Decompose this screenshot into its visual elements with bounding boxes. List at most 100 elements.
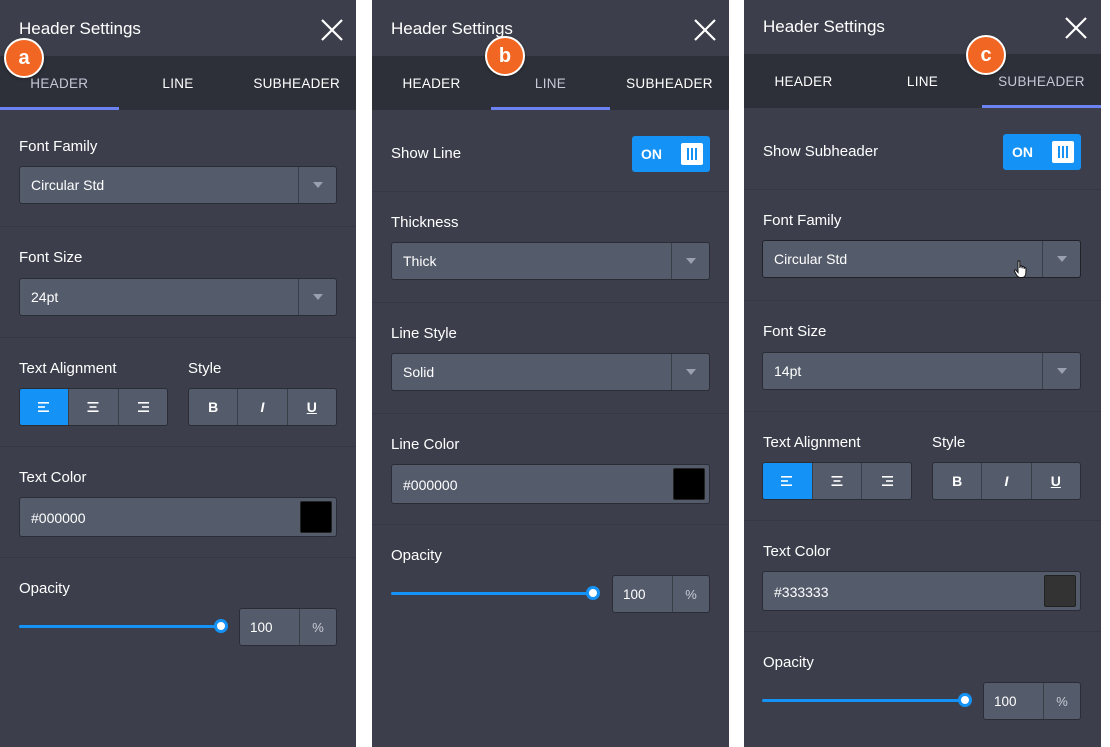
opacity-input[interactable]: 100 % — [239, 608, 337, 646]
panel-title: Header Settings — [19, 19, 141, 38]
font-size-dropdown[interactable]: 24pt — [19, 278, 337, 316]
text-alignment-group — [19, 388, 168, 426]
text-color-field[interactable]: #000000 — [19, 497, 337, 537]
chevron-down-icon — [1042, 241, 1080, 277]
color-swatch[interactable] — [673, 468, 705, 500]
opacity-slider-handle[interactable] — [214, 619, 228, 633]
thickness-value: Thick — [403, 253, 437, 269]
line-color-field[interactable]: #000000 — [391, 464, 710, 504]
underline-button[interactable]: U — [1031, 463, 1080, 499]
underline-button[interactable]: U — [287, 389, 336, 425]
annotation-badge-b: b — [485, 36, 525, 76]
chevron-down-icon — [671, 354, 709, 390]
align-center-button[interactable] — [812, 463, 863, 499]
toggle-state: ON — [1012, 144, 1033, 160]
close-icon[interactable] — [693, 18, 717, 42]
show-line-toggle[interactable]: ON — [632, 136, 710, 172]
line-color-section: Line Color #000000 — [372, 414, 729, 525]
text-color-value: #000000 — [31, 510, 86, 526]
line-color-label: Line Color — [391, 436, 460, 453]
align-left-icon — [37, 401, 51, 413]
chevron-down-icon — [298, 167, 336, 203]
font-family-value: Circular Std — [774, 251, 848, 267]
settings-tabs: HEADER LINE SUBHEADER — [0, 56, 356, 110]
text-color-label: Text Color — [763, 543, 831, 560]
opacity-slider-handle[interactable] — [958, 693, 972, 707]
chevron-down-icon — [671, 243, 709, 279]
font-family-label: Font Family — [763, 212, 842, 229]
line-style-dropdown[interactable]: Solid — [391, 353, 710, 391]
line-style-value: Solid — [403, 364, 435, 380]
text-color-label: Text Color — [19, 469, 87, 486]
opacity-slider-track[interactable] — [762, 699, 965, 702]
opacity-label: Opacity — [763, 654, 814, 671]
text-alignment-label: Text Alignment — [763, 434, 861, 451]
toggle-state: ON — [641, 146, 662, 162]
tab-header[interactable]: HEADER — [744, 54, 863, 108]
thickness-section: Thickness Thick — [372, 192, 729, 303]
close-icon[interactable] — [1064, 16, 1088, 40]
tab-line[interactable]: LINE — [863, 54, 982, 108]
font-family-dropdown[interactable]: Circular Std — [19, 166, 337, 204]
header-settings-panel-a: Header Settings HEADER LINE SUBHEADER Fo… — [0, 0, 356, 747]
bold-button[interactable]: B — [933, 463, 983, 499]
opacity-input[interactable]: 100 % — [983, 682, 1081, 720]
align-right-button[interactable] — [862, 463, 911, 499]
header-settings-panel-b: Header Settings HEADER LINE SUBHEADER Sh… — [372, 0, 729, 747]
align-left-button[interactable] — [763, 463, 813, 499]
show-subheader-label: Show Subheader — [763, 143, 879, 160]
align-left-button[interactable] — [20, 389, 70, 425]
font-family-dropdown[interactable]: Circular Std — [762, 240, 1081, 278]
color-swatch[interactable] — [300, 501, 332, 533]
italic-button[interactable]: I — [982, 463, 1032, 499]
font-size-value: 24pt — [31, 289, 59, 305]
align-center-icon — [830, 475, 844, 487]
opacity-value: 100 — [240, 609, 300, 645]
opacity-section: Opacity 100 % — [372, 525, 729, 747]
opacity-slider-track[interactable] — [19, 625, 221, 628]
style-label: Style — [932, 434, 966, 451]
opacity-value: 100 — [984, 683, 1044, 719]
opacity-unit: % — [312, 619, 324, 635]
toggle-handle — [681, 143, 703, 165]
align-center-button[interactable] — [69, 389, 119, 425]
tab-header[interactable]: HEADER — [372, 56, 491, 110]
font-size-section: Font Size 14pt — [744, 301, 1101, 412]
opacity-label: Opacity — [19, 580, 70, 597]
hand-cursor-icon — [1013, 260, 1027, 278]
align-center-icon — [86, 401, 100, 413]
tab-line[interactable]: LINE — [119, 56, 238, 110]
close-icon[interactable] — [320, 18, 344, 42]
alignment-style-section: Text Alignment Style B I U — [0, 338, 356, 447]
align-right-button[interactable] — [118, 389, 167, 425]
font-size-label: Font Size — [763, 323, 827, 340]
font-size-dropdown[interactable]: 14pt — [762, 352, 1081, 390]
text-alignment-group — [762, 462, 912, 500]
opacity-section: Opacity 100 % — [744, 632, 1101, 747]
tab-subheader[interactable]: SUBHEADER — [610, 56, 729, 110]
tab-subheader[interactable]: SUBHEADER — [237, 56, 356, 110]
font-family-label: Font Family — [19, 138, 98, 155]
text-color-section: Text Color #333333 — [744, 521, 1101, 632]
show-subheader-toggle[interactable]: ON — [1003, 134, 1081, 170]
text-color-field[interactable]: #333333 — [762, 571, 1081, 611]
annotation-badge-a: a — [4, 38, 44, 78]
opacity-slider-track[interactable] — [391, 592, 593, 595]
font-family-value: Circular Std — [31, 177, 105, 193]
opacity-slider-handle[interactable] — [586, 586, 600, 600]
align-right-icon — [136, 401, 150, 413]
color-swatch[interactable] — [1044, 575, 1076, 607]
header-settings-panel-c: Header Settings HEADER LINE SUBHEADER Sh… — [744, 0, 1101, 747]
opacity-label: Opacity — [391, 547, 442, 564]
opacity-input[interactable]: 100 % — [612, 575, 710, 613]
panel-title: Header Settings — [391, 19, 513, 38]
italic-button[interactable]: I — [238, 389, 288, 425]
thickness-dropdown[interactable]: Thick — [391, 242, 710, 280]
settings-tabs: HEADER LINE SUBHEADER — [372, 56, 729, 110]
text-color-value: #333333 — [774, 584, 829, 600]
font-size-label: Font Size — [19, 249, 83, 266]
opacity-section: Opacity 100 % — [0, 558, 356, 747]
bold-button[interactable]: B — [189, 389, 239, 425]
opacity-unit: % — [685, 586, 697, 602]
font-family-section: Font Family Circular Std — [0, 110, 356, 227]
